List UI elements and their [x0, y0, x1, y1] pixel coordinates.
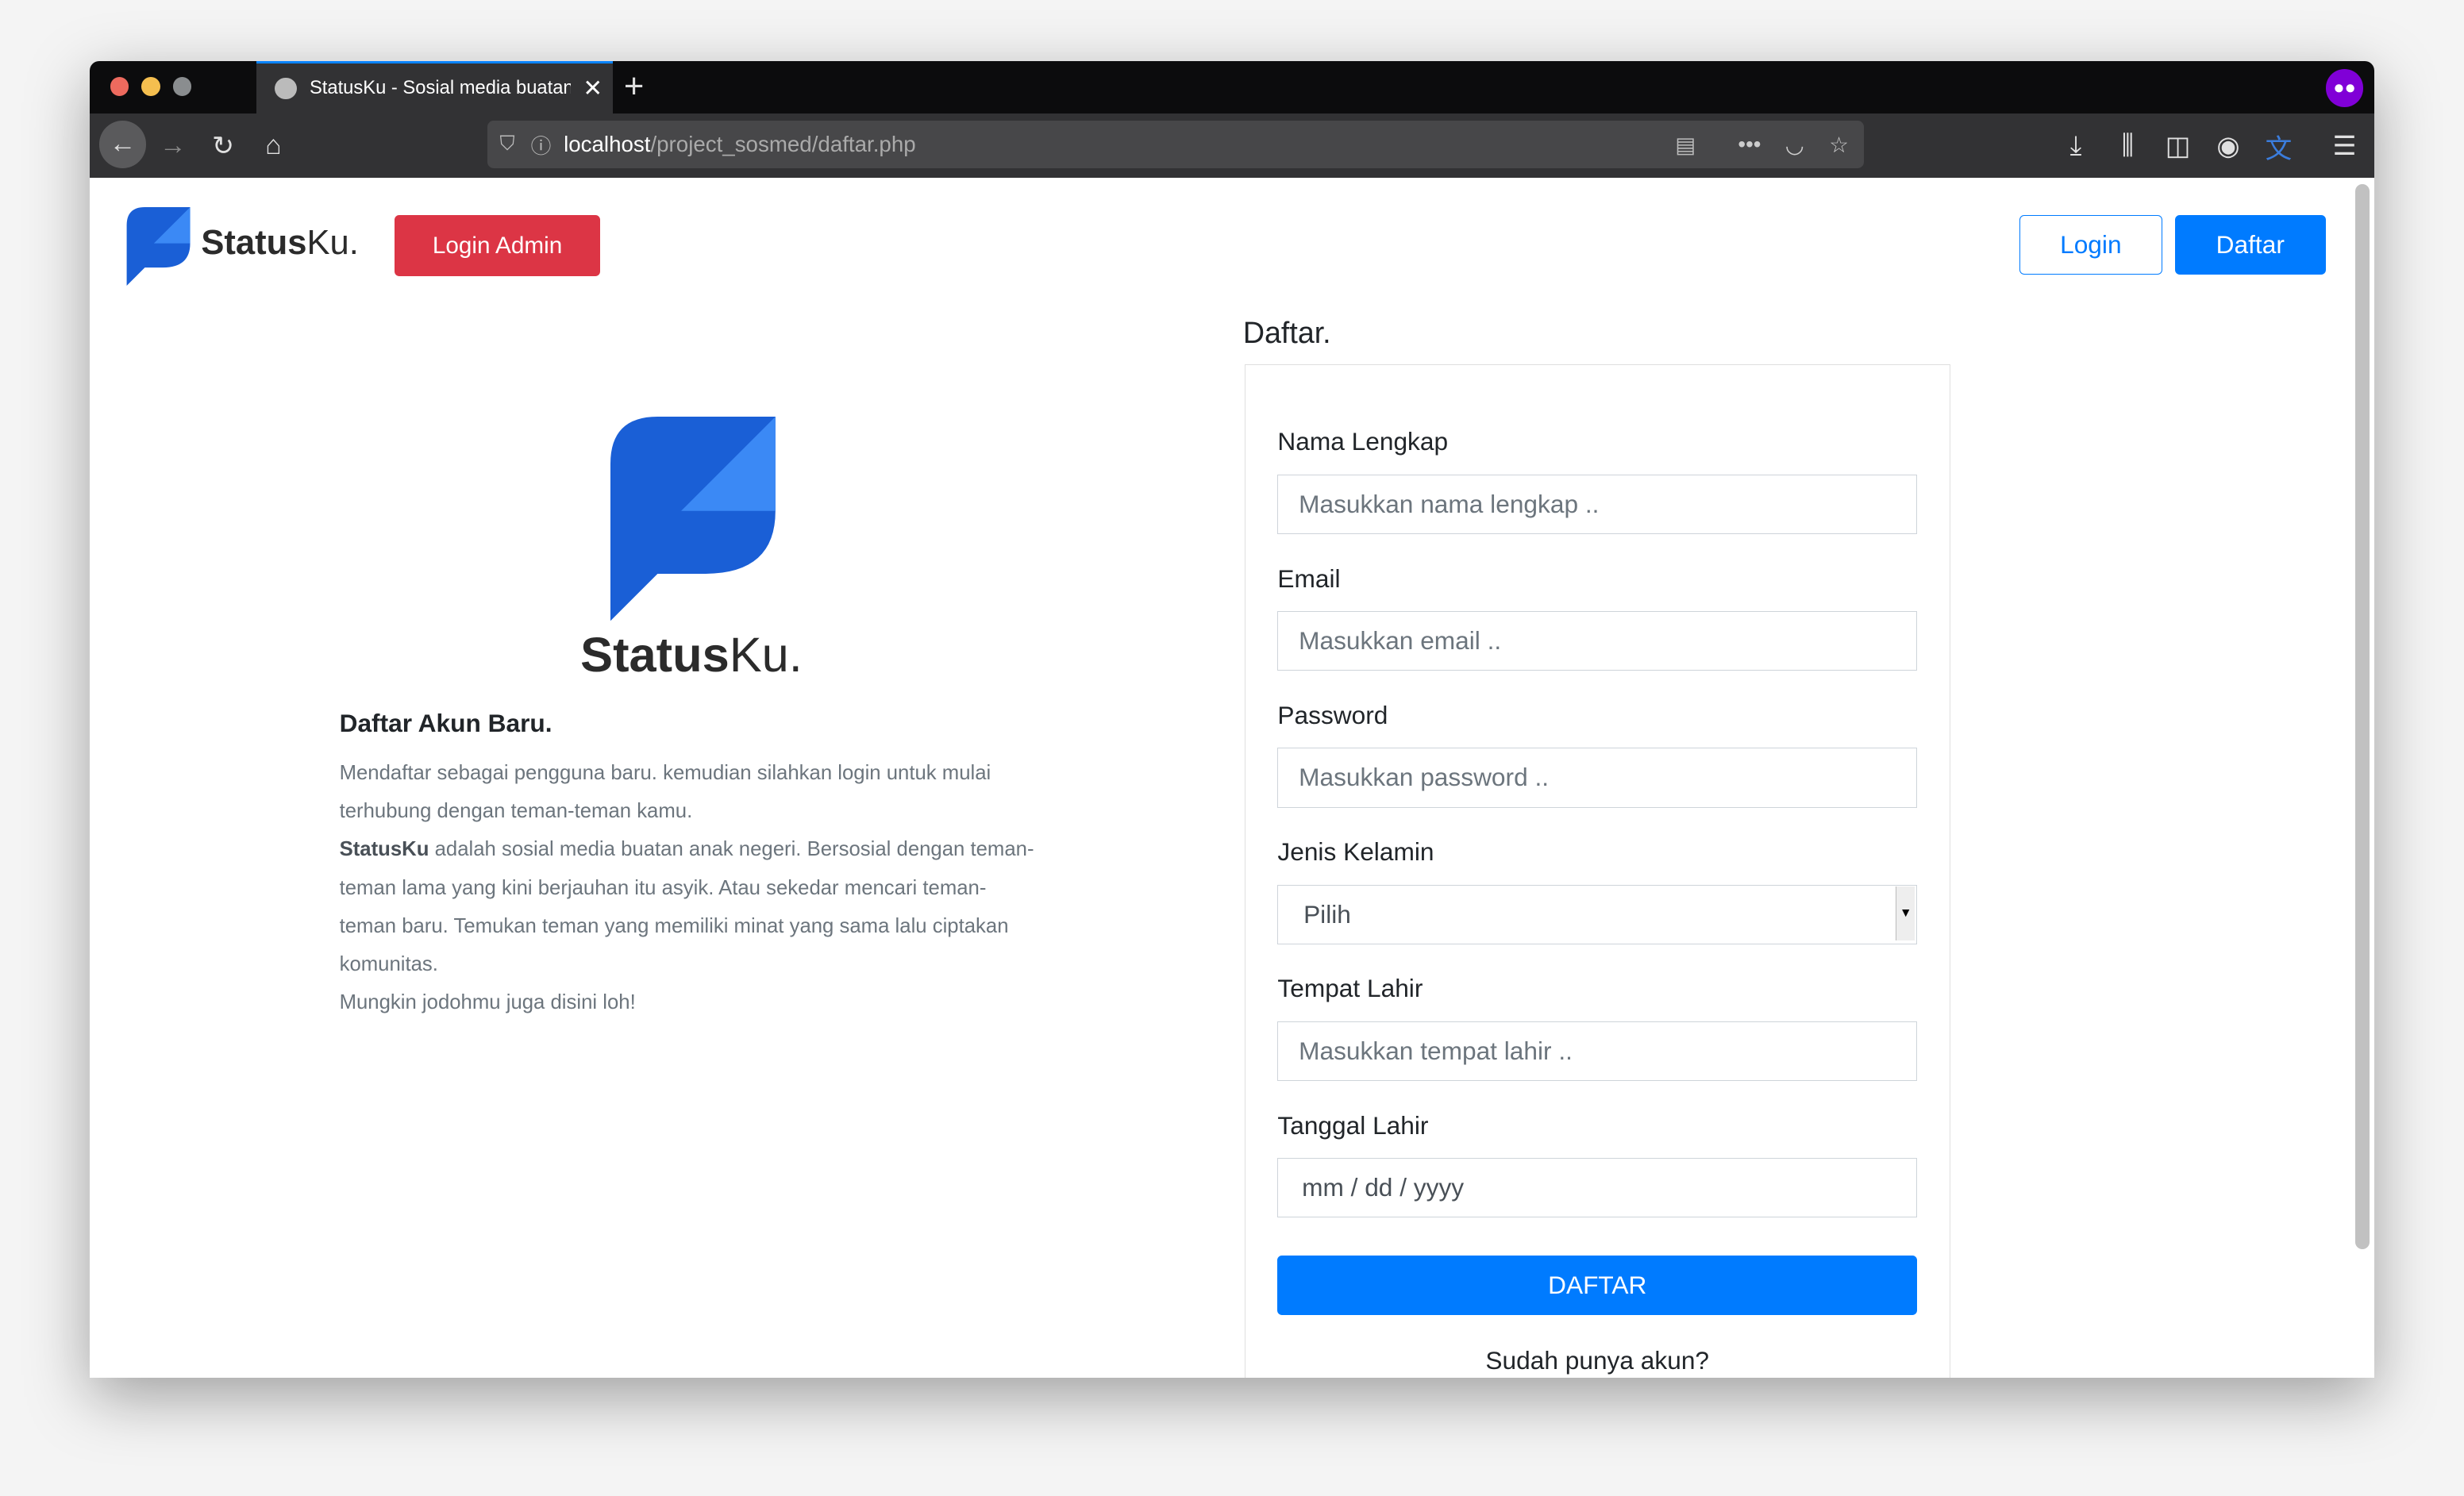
intro-brand-light: Ku. [729, 627, 803, 683]
form-title: Daftar. [1242, 315, 1331, 349]
intro-brand-bold: Status [580, 627, 730, 683]
browser-window: StatusKu - Sosial media buatan ✕ + ●● ← … [89, 61, 2375, 1379]
password-input[interactable]: Masukkan password .. [1277, 748, 1918, 808]
pocket-icon[interactable]: ◡ [1785, 132, 1804, 158]
library-icon[interactable]: ⫼ [2108, 125, 2148, 166]
download-icon[interactable]: ⤓ [2055, 125, 2096, 166]
intro-p2-bold: StatusKu [339, 838, 429, 861]
menu-icon[interactable]: ☰ [2324, 125, 2365, 166]
close-tab-icon[interactable]: ✕ [583, 75, 603, 102]
login-button[interactable]: Login [2019, 215, 2162, 275]
tempat-lahir-input[interactable]: Masukkan tempat lahir .. [1277, 1021, 1918, 1081]
intro-p2-text: adalah sosial media buatan anak negeri. … [339, 838, 1034, 975]
sidebar-icon[interactable]: ◫ [2158, 125, 2198, 166]
logo-icon [126, 207, 191, 287]
brand-logo[interactable]: StatusKu. [125, 207, 359, 287]
tanggal-lahir-input[interactable]: mm / dd / yyyy [1277, 1157, 1918, 1218]
account-icon[interactable]: ◉ [2208, 125, 2248, 166]
translate-icon[interactable]: 文 [2258, 125, 2299, 166]
reader-icon[interactable]: ▤ [1675, 132, 1696, 158]
intro-brand: StatusKu. [534, 627, 849, 683]
tab-title: StatusKu - Sosial media buatan [309, 77, 571, 99]
label-jenis-kelamin: Jenis Kelamin [1277, 837, 1434, 867]
new-tab-icon[interactable]: + [624, 67, 644, 106]
toolbar: ← → ↻ ⌂ ⛉ ⓘ localhost/project_sosmed/daf… [89, 113, 2375, 178]
intro-text: Mendaftar sebagai pengguna baru. kemudia… [340, 754, 1039, 1021]
scrollbar[interactable] [2355, 183, 2370, 1249]
label-tanggal-lahir: Tanggal Lahir [1277, 1110, 1429, 1140]
label-nama: Nama Lengkap [1277, 427, 1449, 456]
url-host: localhost [564, 132, 651, 157]
maximize-window-button[interactable] [172, 76, 192, 96]
sudah-punya-akun-link[interactable]: Sudah punya akun? [1277, 1346, 1917, 1375]
more-icon[interactable]: ••• [1738, 132, 1761, 157]
big-logo-icon [610, 416, 776, 621]
label-password: Password [1277, 700, 1388, 729]
intro-p1: Mendaftar sebagai pengguna baru. kemudia… [339, 762, 991, 823]
url-bar[interactable]: ⛉ ⓘ localhost/project_sosmed/daftar.php … [487, 121, 1864, 168]
intro-p2: StatusKu adalah sosial media buatan anak… [340, 830, 1039, 983]
daftar-submit-button[interactable]: DAFTAR [1277, 1255, 1918, 1315]
forward-icon[interactable]: → [152, 125, 193, 166]
jenis-kelamin-select[interactable]: Pilih ▼ [1277, 884, 1918, 944]
login-admin-button[interactable]: Login Admin [394, 215, 601, 277]
minimize-window-button[interactable] [141, 76, 160, 96]
reload-icon[interactable]: ↻ [202, 125, 243, 166]
info-icon[interactable]: ⓘ [531, 130, 552, 160]
star-icon[interactable]: ☆ [1829, 132, 1849, 158]
back-icon[interactable]: ← [98, 121, 147, 168]
page: StatusKu. Login Admin Login Daftar Statu… [89, 177, 2375, 1379]
intro-p3: Mungkin jodohmu juga disini loh! [339, 990, 636, 1013]
title-bar: StatusKu - Sosial media buatan ✕ + ●● [89, 61, 2375, 113]
brand-light: Ku. [306, 224, 359, 263]
email-input[interactable]: Masukkan email .. [1277, 611, 1918, 671]
chevron-down-icon: ▼ [1896, 886, 1915, 940]
browser-tab[interactable]: StatusKu - Sosial media buatan ✕ [256, 61, 614, 113]
nama-input[interactable]: Masukkan nama lengkap .. [1277, 474, 1918, 535]
intro-heading: Daftar Akun Baru. [339, 708, 552, 737]
label-tempat-lahir: Tempat Lahir [1277, 974, 1423, 1003]
favicon-icon [275, 77, 298, 100]
daftar-nav-button[interactable]: Daftar [2174, 215, 2326, 275]
shield-icon[interactable]: ⛉ [499, 133, 514, 156]
url-path: /project_sosmed/daftar.php [650, 132, 916, 157]
private-mask-icon: ●● [2325, 69, 2364, 107]
home-icon[interactable]: ⌂ [253, 125, 294, 166]
label-email: Email [1277, 563, 1341, 593]
close-window-button[interactable] [110, 76, 129, 96]
select-value: Pilih [1303, 899, 1351, 929]
brand-bold: Status [201, 224, 307, 263]
